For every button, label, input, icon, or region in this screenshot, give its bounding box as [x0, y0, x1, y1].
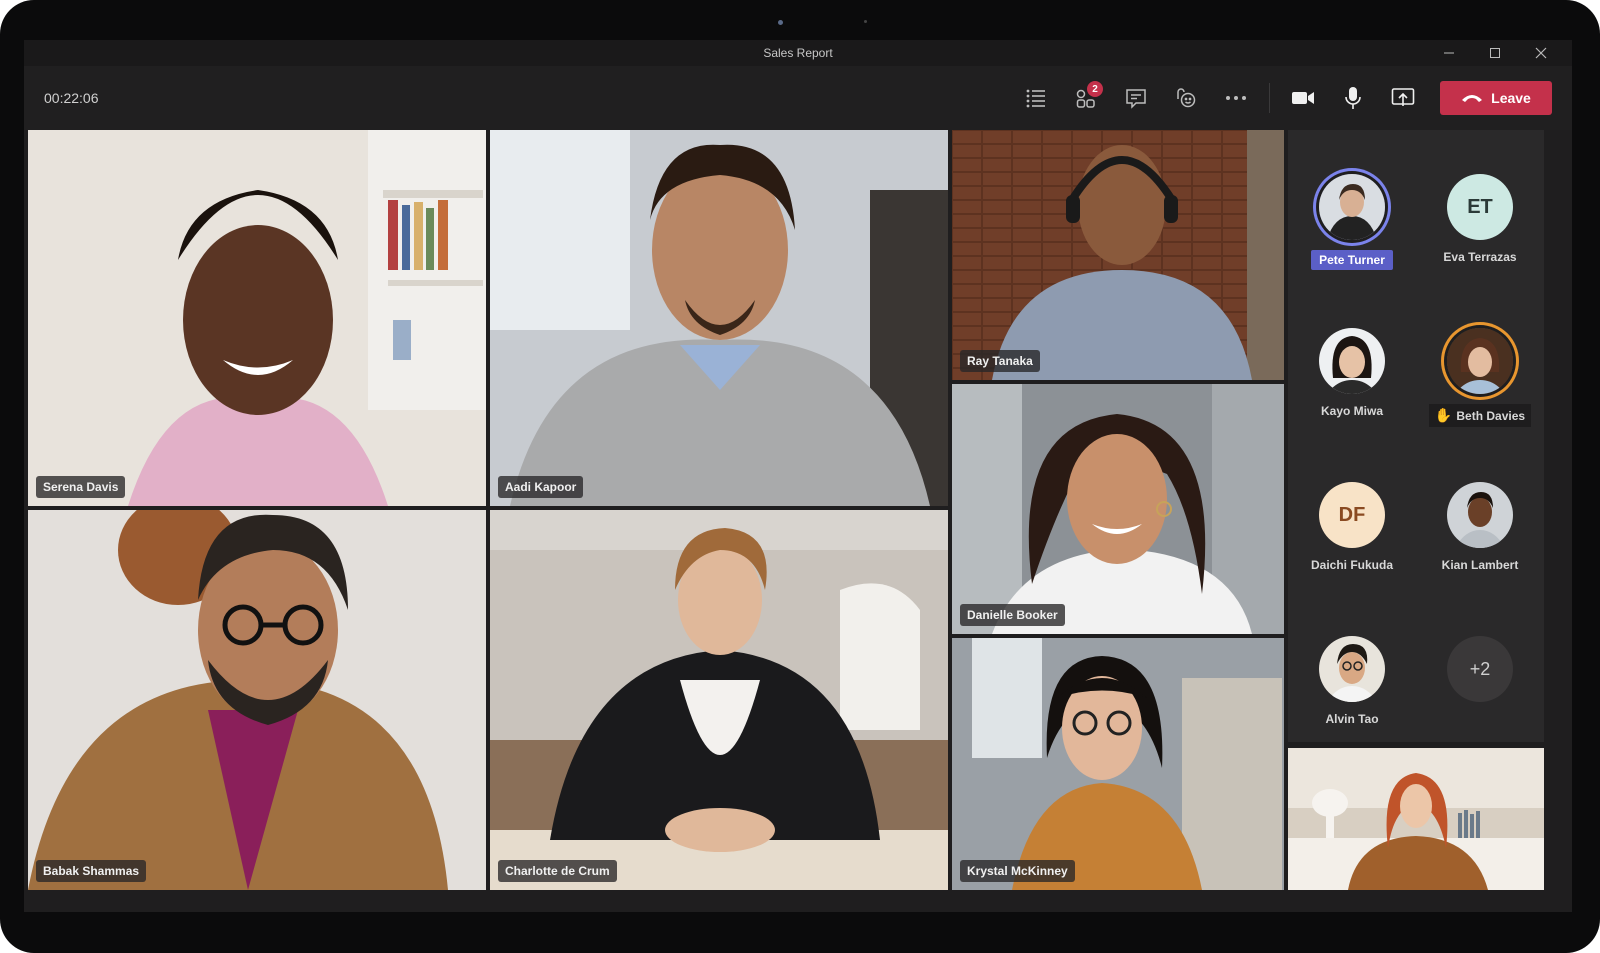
avatar — [1447, 328, 1513, 394]
notification-badge: 2 — [1087, 81, 1103, 97]
member-name: Daichi Fukuda — [1310, 558, 1393, 572]
leave-button[interactable]: Leave — [1440, 81, 1552, 115]
leave-label: Leave — [1491, 90, 1531, 106]
video-tile[interactable]: Babak Shammas — [28, 510, 486, 890]
member-name: Kayo Miwa — [1320, 404, 1383, 418]
avatar — [1447, 482, 1513, 548]
avatar — [1319, 328, 1385, 394]
roster-member[interactable]: Kian Lambert — [1416, 482, 1544, 572]
participant-video — [490, 510, 948, 890]
roster-member[interactable]: Alvin Tao — [1288, 636, 1416, 726]
video-tile[interactable]: Danielle Booker — [952, 384, 1284, 634]
member-name: Pete Turner — [1311, 250, 1393, 270]
minimize-button[interactable] — [1426, 40, 1472, 66]
initials-avatar: ET — [1447, 174, 1513, 240]
roster-member[interactable]: ✋ Beth Davies — [1416, 328, 1544, 427]
video-tile[interactable]: Charlotte de Crum — [490, 510, 948, 890]
participant-video — [490, 130, 948, 506]
member-name: ✋ Beth Davies — [1428, 404, 1532, 427]
call-timer: 00:22:06 — [44, 90, 99, 106]
breakout-rooms-button[interactable]: 2 — [1061, 78, 1111, 118]
maximize-button[interactable] — [1472, 40, 1518, 66]
video-tile[interactable]: Aadi Kapoor — [490, 130, 948, 506]
more-actions-button[interactable] — [1211, 78, 1261, 118]
member-name: Kian Lambert — [1441, 558, 1519, 572]
roster-member[interactable]: ET Eva Terrazas — [1416, 174, 1544, 264]
member-name-text: Beth Davies — [1456, 408, 1526, 423]
roster-member[interactable]: DF Daichi Fukuda — [1288, 482, 1416, 572]
chat-icon — [1126, 89, 1146, 109]
profile-photo — [1447, 482, 1513, 548]
video-tile[interactable]: Ray Tanaka — [952, 130, 1284, 380]
profile-photo — [1319, 328, 1385, 394]
participant-video — [952, 384, 1284, 634]
microphone-icon — [1345, 87, 1361, 109]
camera-sensor — [778, 20, 783, 25]
participant-video — [28, 510, 486, 890]
participant-name-tag: Charlotte de Crum — [498, 860, 617, 882]
sensor-dot — [864, 20, 867, 23]
member-name: Alvin Tao — [1325, 712, 1379, 726]
microphone-toggle-button[interactable] — [1328, 78, 1378, 118]
hang-up-icon — [1462, 95, 1483, 102]
participant-name-tag: Ray Tanaka — [960, 350, 1040, 372]
window-title: Sales Report — [763, 46, 833, 60]
video-stage: Serena Davis Aadi Kapoor Ray Tanaka Dani… — [28, 130, 1568, 910]
chat-button[interactable] — [1111, 78, 1161, 118]
camera-toggle-button[interactable] — [1278, 78, 1328, 118]
roster-overflow[interactable]: +2 — [1416, 636, 1544, 702]
profile-photo — [1319, 636, 1385, 702]
participant-name-tag: Babak Shammas — [36, 860, 147, 882]
minimize-icon — [1444, 52, 1454, 54]
more-icon — [1226, 96, 1246, 100]
participant-roster: Pete Turner ET Eva Terrazas Kayo Miwa ✋ … — [1288, 130, 1544, 742]
avatar — [1319, 174, 1385, 240]
video-camera-icon — [1292, 92, 1314, 104]
avatar — [1319, 636, 1385, 702]
meeting-toolbar: 00:22:06 2 Leave — [24, 66, 1572, 130]
share-screen-icon — [1391, 88, 1415, 106]
profile-photo — [1447, 328, 1513, 394]
video-tile[interactable]: Serena Davis — [28, 130, 486, 506]
reactions-button[interactable] — [1161, 78, 1211, 118]
list-icon — [1026, 89, 1045, 108]
maximize-icon — [1490, 48, 1500, 58]
participant-name-tag: Krystal McKinney — [960, 860, 1075, 882]
overflow-count[interactable]: +2 — [1447, 636, 1513, 702]
self-video-feed — [1288, 748, 1544, 890]
profile-photo — [1319, 174, 1385, 240]
title-bar: Sales Report — [24, 40, 1572, 66]
participant-name-tag: Serena Davis — [36, 476, 126, 498]
close-icon — [1535, 47, 1547, 59]
video-tile[interactable]: Krystal McKinney — [952, 638, 1284, 890]
meeting-window: Sales Report 00:22:06 2 Leave Serena Dav… — [24, 40, 1572, 912]
participant-video — [952, 638, 1284, 890]
self-view-video[interactable] — [1288, 748, 1544, 890]
roster-member[interactable]: Kayo Miwa — [1288, 328, 1416, 418]
roster-member[interactable]: Pete Turner — [1288, 174, 1416, 270]
participant-video — [28, 130, 486, 506]
participants-button[interactable] — [1011, 78, 1061, 118]
share-screen-button[interactable] — [1378, 78, 1428, 118]
toolbar-divider — [1269, 83, 1270, 113]
participant-name-tag: Aadi Kapoor — [498, 476, 584, 498]
close-button[interactable] — [1518, 40, 1564, 66]
reactions-icon — [1177, 88, 1196, 108]
participant-name-tag: Danielle Booker — [960, 604, 1065, 626]
initials-avatar: DF — [1319, 482, 1385, 548]
member-name: Eva Terrazas — [1443, 250, 1517, 264]
device-frame: Sales Report 00:22:06 2 Leave Serena Dav… — [0, 0, 1600, 953]
participant-video — [952, 130, 1284, 380]
raised-hand-icon: ✋ — [1434, 407, 1453, 423]
